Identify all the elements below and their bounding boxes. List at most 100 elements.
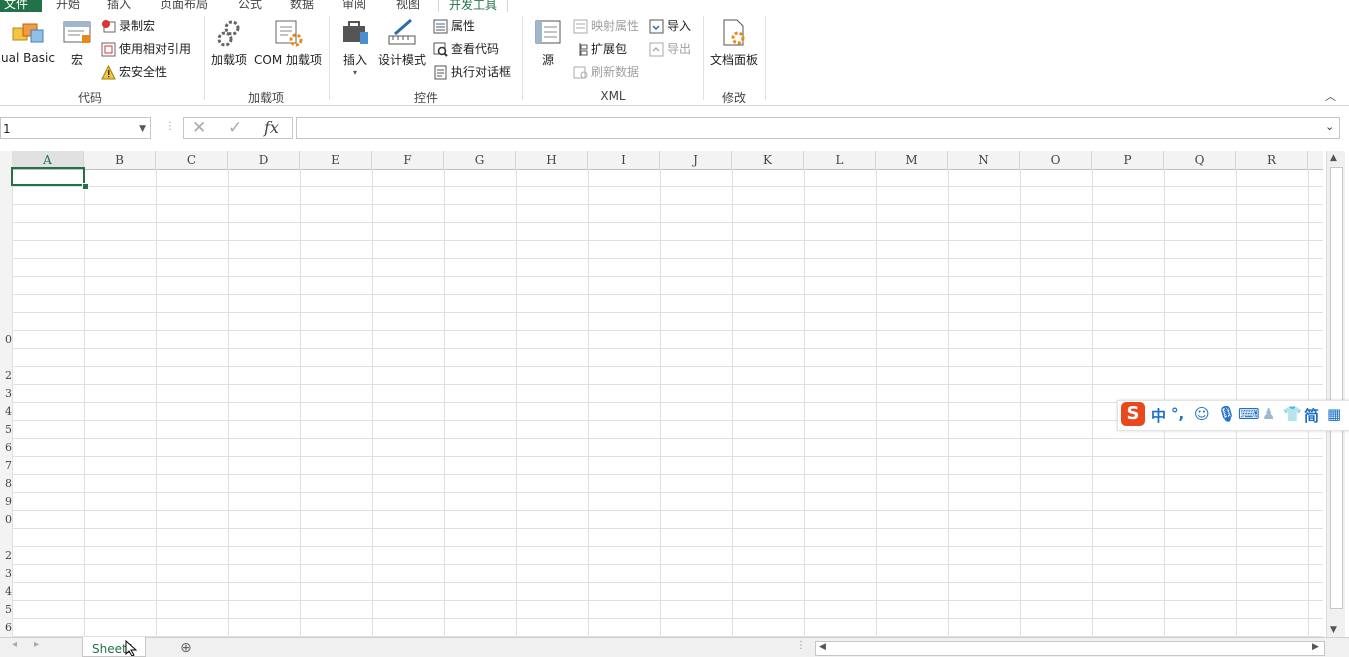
active-cell[interactable] [11,167,85,186]
export-button[interactable]: 导出 [649,40,691,58]
row-header[interactable]: 9 [0,493,12,511]
column-header-i[interactable]: I [588,151,660,169]
fill-handle[interactable] [82,183,89,190]
grid-menu-icon[interactable]: ▦ [1327,405,1341,423]
tab-insert[interactable]: 插入 [107,0,131,12]
row-header[interactable]: 5 [0,601,12,619]
microphone-icon[interactable]: 🎙 [1217,405,1236,423]
tab-home[interactable]: 开始 [56,0,80,12]
record-macro-button[interactable]: 录制宏 [101,17,155,35]
tab-data[interactable]: 数据 [290,0,314,12]
prev-sheet-icon[interactable]: ◂ [12,639,17,650]
add-sheet-icon[interactable]: ⊕ [180,640,192,656]
row-header[interactable]: 0 [0,511,12,529]
row-header[interactable] [0,241,12,259]
relative-reference-button[interactable]: 使用相对引用 [101,40,191,58]
row-header[interactable] [0,259,12,277]
ime-language-toggle[interactable]: 中 [1151,405,1166,426]
drag-handle-icon[interactable]: ⋮ [165,121,175,132]
ime-punctuation-toggle[interactable]: °, [1171,405,1184,423]
keyboard-icon[interactable]: ⌨ [1238,405,1260,423]
properties-button[interactable]: 属性 [433,17,475,35]
row-header[interactable] [0,187,12,205]
column-header-e[interactable]: E [300,151,372,169]
column-header-j[interactable]: J [660,151,732,169]
splitter-handle-icon[interactable]: ⋮ [796,640,806,651]
vertical-scrollbar[interactable]: ▲ ▼ [1326,151,1345,639]
column-header-h[interactable]: H [516,151,588,169]
column-header-n[interactable]: N [948,151,1020,169]
row-header[interactable]: 6 [0,439,12,457]
collapse-ribbon-icon[interactable]: ︿ [1325,88,1336,104]
scroll-down-icon[interactable]: ▼ [1330,625,1337,635]
chevron-down-icon[interactable]: ▼ [139,118,146,140]
name-box[interactable]: 1 ▼ [0,117,151,139]
column-header-m[interactable]: M [876,151,948,169]
skin-icon[interactable]: 👕 [1283,405,1302,423]
row-header[interactable]: 4 [0,583,12,601]
column-header-g[interactable]: G [444,151,516,169]
refresh-data-button[interactable]: 刷新数据 [573,63,639,81]
row-header[interactable] [0,529,12,547]
tab-review[interactable]: 审阅 [342,0,366,12]
import-button[interactable]: 导入 [649,17,691,35]
row-header[interactable]: 2 [0,367,12,385]
ime-simplified-toggle[interactable]: 简 [1304,405,1319,426]
column-header-c[interactable]: C [156,151,228,169]
column-header-p[interactable]: P [1092,151,1164,169]
row-header[interactable]: 3 [0,565,12,583]
run-dialog-button[interactable]: 执行对话框 [433,63,511,81]
row-header[interactable] [0,205,12,223]
column-header-o[interactable]: O [1020,151,1092,169]
design-mode-button[interactable]: 设计模式 [376,18,428,68]
column-header-b[interactable]: B [84,151,156,169]
column-header-k[interactable]: K [732,151,804,169]
macros-button[interactable]: 宏 [60,18,94,68]
cancel-icon[interactable]: ✕ [192,118,206,138]
emoji-icon[interactable]: ☺ [1194,405,1210,423]
view-code-button[interactable]: 查看代码 [433,40,499,58]
tab-file[interactable]: 文件 [0,0,42,12]
user-icon[interactable]: ♟ [1262,405,1275,423]
column-header-q[interactable]: Q [1164,151,1236,169]
row-header[interactable] [0,295,12,313]
vertical-scroll-thumb[interactable] [1330,167,1343,609]
row-header[interactable] [0,313,12,331]
column-header-f[interactable]: F [372,151,444,169]
expand-formula-icon[interactable]: ⌄ [1325,120,1334,133]
row-header[interactable]: 4 [0,403,12,421]
row-header[interactable]: 6 [0,619,12,637]
macro-security-button[interactable]: 宏安全性 [101,63,167,81]
column-header-d[interactable]: D [228,151,300,169]
com-addins-button[interactable]: COM 加载项 [252,18,324,68]
tab-formulas[interactable]: 公式 [238,0,262,12]
scroll-left-icon[interactable]: ◀ [819,642,826,652]
row-header[interactable] [0,223,12,241]
xml-source-button[interactable]: 源 [530,18,566,68]
document-panel-button[interactable]: 文档面板 [708,18,760,68]
column-header-l[interactable]: L [804,151,876,169]
row-header[interactable]: 3 [0,385,12,403]
formula-input[interactable] [296,117,1340,139]
tab-page-layout[interactable]: 页面布局 [160,0,208,12]
expansion-packs-button[interactable]: 扩展包 [573,40,627,58]
scroll-right-icon[interactable]: ▶ [1312,642,1319,652]
row-header[interactable]: 7 [0,457,12,475]
column-header-r[interactable]: R [1236,151,1308,169]
horizontal-scrollbar[interactable]: ◀ ▶ [815,641,1325,656]
enter-icon[interactable]: ✓ [228,118,242,138]
visual-basic-button[interactable]: ual Basic [0,18,56,65]
scroll-up-icon[interactable]: ▲ [1330,153,1337,163]
row-header[interactable]: 8 [0,475,12,493]
row-header[interactable] [0,349,12,367]
map-properties-button[interactable]: 映射属性 [573,17,639,35]
row-header[interactable]: 5 [0,421,12,439]
insert-control-button[interactable]: 插入 ▾ [337,18,373,77]
tab-view[interactable]: 视图 [396,0,420,12]
insert-function-icon[interactable]: fx [264,118,279,137]
row-header[interactable] [0,277,12,295]
ime-logo[interactable]: S [1121,402,1145,426]
addins-button[interactable]: 加载项 [209,18,249,68]
row-header[interactable]: 0 [0,331,12,349]
row-header[interactable]: 2 [0,547,12,565]
